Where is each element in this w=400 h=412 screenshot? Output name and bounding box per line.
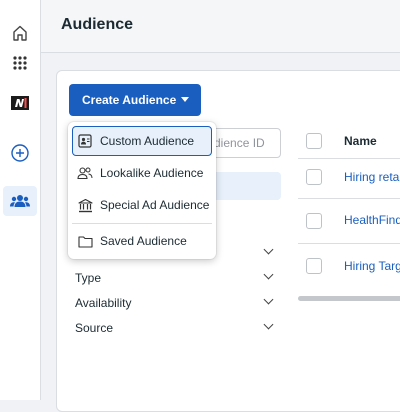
horizontal-scrollbar[interactable] — [298, 296, 400, 301]
left-nav-rail — [0, 0, 41, 400]
menu-item-label: Saved Audience — [100, 234, 187, 248]
create-audience-button[interactable]: Create Audience — [69, 84, 201, 116]
brand-logo-icon[interactable] — [0, 88, 40, 118]
row-checkbox[interactable] — [306, 213, 322, 229]
create-audience-label: Create Audience — [82, 93, 177, 107]
row-divider — [298, 243, 400, 244]
caret-down-icon — [181, 97, 189, 102]
row-divider — [298, 198, 400, 199]
table-row-name[interactable]: HealthFind — [344, 213, 400, 227]
custom-audience-icon — [77, 133, 93, 149]
menu-item-custom-audience[interactable]: Custom Audience — [72, 126, 212, 156]
table-row-name[interactable]: Hiring retar — [344, 170, 400, 184]
row-divider — [298, 158, 400, 159]
lookalike-icon — [77, 165, 93, 181]
menu-item-special-ad-audience[interactable]: Special Ad Audience — [72, 190, 212, 220]
select-all-checkbox[interactable] — [306, 133, 322, 149]
page-title: Audience — [61, 16, 134, 33]
page-header: Audience — [41, 0, 400, 53]
chevron-down-icon[interactable] — [263, 294, 274, 305]
menu-item-lookalike-audience[interactable]: Lookalike Audience — [72, 158, 212, 188]
menu-item-label: Custom Audience — [100, 134, 195, 148]
chevron-down-icon[interactable] — [263, 269, 274, 280]
table-row-name[interactable]: Hiring Targ — [344, 259, 400, 273]
add-circle-icon[interactable] — [0, 138, 40, 168]
row-checkbox[interactable] — [306, 258, 322, 274]
row-checkbox[interactable] — [306, 169, 322, 185]
bank-icon — [77, 197, 93, 213]
home-icon[interactable] — [0, 18, 40, 48]
filter-type[interactable]: Type — [75, 271, 101, 285]
menu-item-saved-audience[interactable]: Saved Audience — [72, 226, 212, 256]
apps-grid-icon[interactable] — [0, 48, 40, 78]
folder-icon — [77, 233, 93, 249]
audience-people-icon[interactable] — [3, 186, 37, 216]
chevron-down-icon[interactable] — [263, 319, 274, 330]
menu-item-label: Special Ad Audience — [100, 198, 210, 212]
filter-source[interactable]: Source — [75, 321, 113, 335]
filter-availability[interactable]: Availability — [75, 296, 131, 310]
create-audience-menu: Custom Audience Lookalike Audience Speci… — [68, 122, 216, 259]
chevron-down-icon[interactable] — [263, 244, 274, 255]
menu-item-label: Lookalike Audience — [100, 166, 204, 180]
menu-divider — [72, 223, 212, 224]
column-header-name[interactable]: Name — [344, 134, 377, 148]
